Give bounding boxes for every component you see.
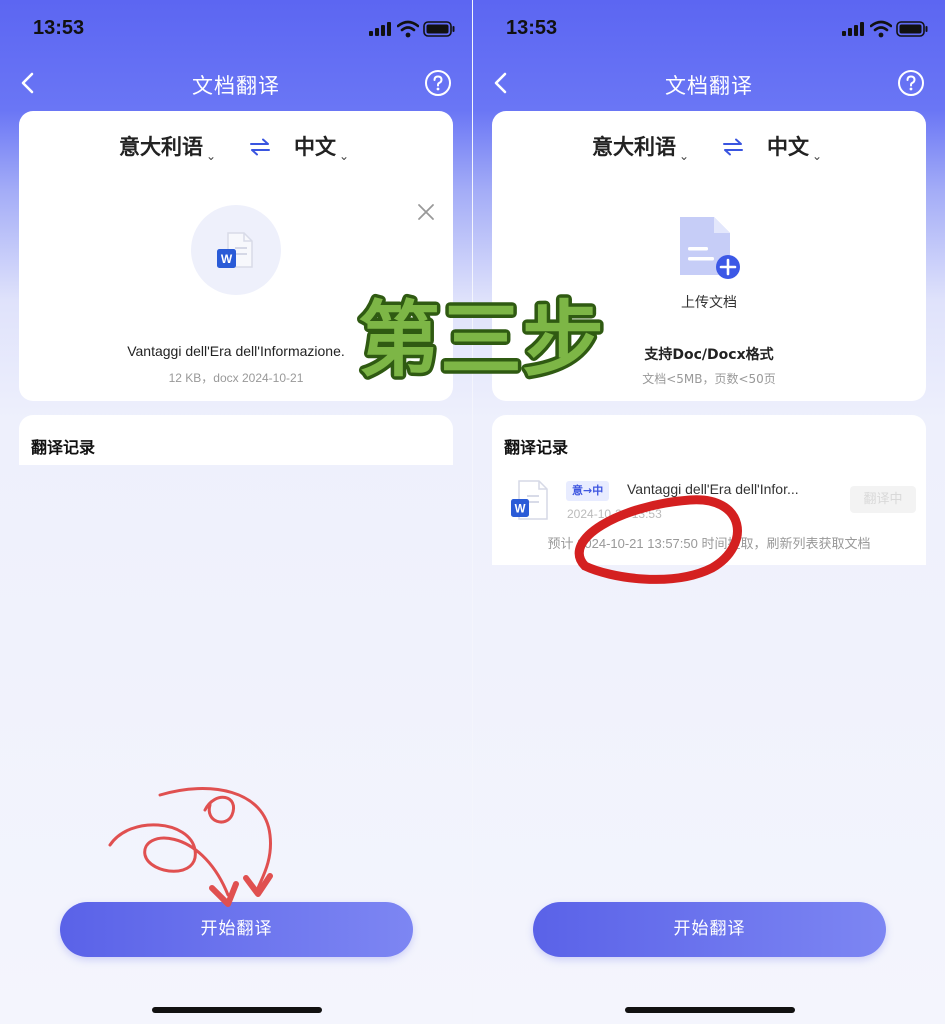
source-language-label: 意大利语 (592, 135, 676, 159)
word-file-icon: W (217, 232, 253, 268)
home-indicator[interactable] (625, 1007, 795, 1013)
close-icon[interactable] (416, 202, 436, 222)
source-language-label: 意大利语 (119, 135, 203, 159)
wifi-icon (397, 20, 419, 38)
selected-file-preview: W (191, 205, 281, 295)
battery-icon (423, 21, 455, 37)
record-eta-note: 预计 2024-10-21 13:57:50 时间提取，刷新列表获取文档 (547, 536, 871, 551)
target-language-label: 中文 (294, 135, 336, 159)
signal-icon (842, 22, 864, 36)
target-language-label: 中文 (767, 135, 809, 159)
wifi-icon (870, 20, 892, 38)
translating-status-button[interactable]: 翻译中 (850, 486, 916, 513)
phone-screen-right: 13:53 文档翻译 意大利语 ⌄ 中文 ⌄ 上传文档 支持Doc/Docx格式… (473, 0, 945, 1024)
signal-icon (369, 22, 391, 36)
records-title: 翻译记录 (31, 438, 96, 457)
start-translation-button[interactable]: 开始翻译 (533, 902, 886, 957)
record-time: 2024-10-21 13:53 (567, 507, 662, 521)
page-title: 文档翻译 (665, 74, 753, 98)
status-bar: 13:53 (0, 14, 472, 44)
battery-icon (896, 21, 928, 37)
swap-icon[interactable] (248, 137, 272, 157)
chevron-down-icon: ⌄ (339, 149, 350, 163)
record-file-name[interactable]: Vantaggi dell'Era dell'Infor... (627, 481, 799, 497)
language-selector: 意大利语 ⌄ 中文 ⌄ (19, 127, 453, 167)
translation-records-panel: 翻译记录 (19, 415, 453, 465)
status-bar: 13:53 (473, 14, 945, 44)
status-time: 13:53 (33, 17, 85, 39)
upload-file-icon[interactable] (678, 215, 744, 285)
word-file-icon: W (511, 480, 548, 520)
home-indicator[interactable] (152, 1007, 322, 1013)
step-overlay-text: 第三步 (358, 293, 604, 388)
chevron-down-icon: ⌄ (679, 149, 690, 163)
nav-bar: 文档翻译 (473, 62, 945, 106)
language-selector: 意大利语 ⌄ 中文 ⌄ (492, 127, 926, 167)
chevron-down-icon: ⌄ (206, 149, 217, 163)
page-title: 文档翻译 (192, 74, 280, 98)
start-translation-button[interactable]: 开始翻译 (60, 902, 413, 957)
chevron-down-icon: ⌄ (812, 149, 823, 163)
help-icon[interactable] (424, 69, 452, 97)
nav-bar: 文档翻译 (0, 62, 472, 106)
records-title: 翻译记录 (504, 438, 569, 457)
status-time: 13:53 (506, 17, 558, 39)
step-three-overlay: 第三步 (354, 290, 607, 391)
source-language-dropdown[interactable]: 意大利语 ⌄ (592, 131, 689, 163)
help-icon[interactable] (897, 69, 925, 97)
phone-screen-left: 13:53 文档翻译 意大利语 ⌄ 中文 ⌄ W Vantaggi dell'E… (0, 0, 472, 1024)
target-language-dropdown[interactable]: 中文 ⌄ (294, 131, 349, 163)
translation-records-panel: 翻译记录 W 意→中 Vantaggi dell'Era dell'Infor.… (492, 415, 926, 565)
svg-text:W: W (515, 504, 526, 516)
swap-icon[interactable] (721, 137, 745, 157)
source-language-dropdown[interactable]: 意大利语 ⌄ (119, 131, 216, 163)
svg-text:W: W (221, 252, 233, 266)
composite-canvas: 13:53 文档翻译 意大利语 ⌄ 中文 ⌄ W Vantaggi dell'E… (0, 0, 945, 1024)
target-language-dropdown[interactable]: 中文 ⌄ (767, 131, 822, 163)
language-pair-badge: 意→中 (566, 481, 610, 501)
